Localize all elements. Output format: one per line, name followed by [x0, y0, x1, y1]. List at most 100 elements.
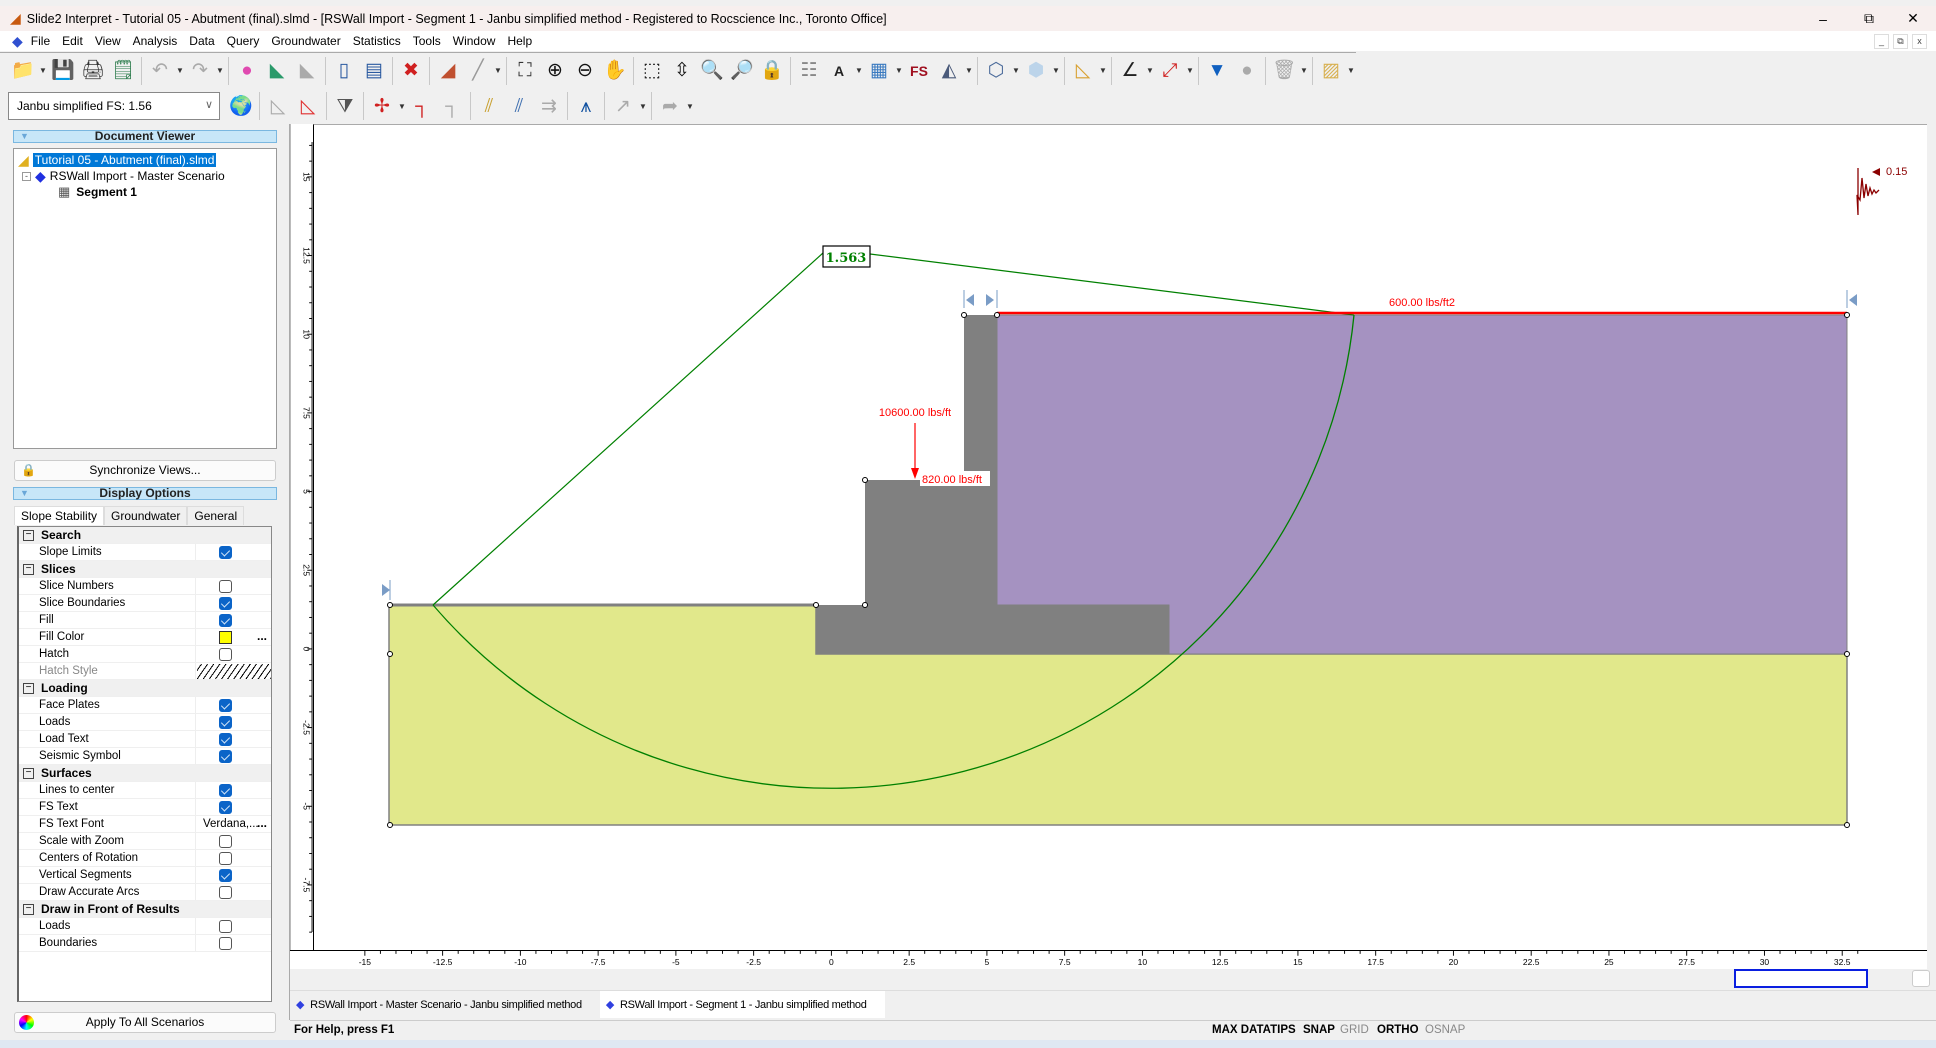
water-table-button[interactable]: ▼: [1202, 57, 1232, 85]
query-line-button[interactable]: ╱: [463, 57, 493, 85]
minimize-button[interactable]: –: [1800, 6, 1846, 31]
angle-button[interactable]: ∠: [1115, 57, 1145, 85]
menu-view[interactable]: View: [95, 34, 121, 48]
group-slices[interactable]: − Slices: [19, 561, 271, 578]
apply-to-all-scenarios-button[interactable]: Apply To All Scenarios: [14, 1012, 276, 1033]
indicator-ortho[interactable]: ORTHO: [1377, 1024, 1419, 1036]
collapse-node-icon[interactable]: -: [22, 171, 31, 181]
more-button[interactable]: ...: [257, 629, 267, 643]
slope-profile-button[interactable]: ◢: [433, 57, 463, 85]
checkbox[interactable]: [219, 920, 232, 933]
indicator-snap[interactable]: SNAP: [1303, 1024, 1335, 1036]
menu-statistics[interactable]: Statistics: [353, 34, 401, 48]
zoom-lock-button[interactable]: 🔒: [757, 57, 787, 85]
query-button[interactable]: ┐: [407, 92, 437, 120]
globe-button[interactable]: 🌍: [226, 92, 256, 120]
backfill-region[interactable]: [996, 314, 1848, 655]
dropdown-arrow-icon[interactable]: ▼: [397, 102, 407, 111]
menu-groundwater[interactable]: Groundwater: [271, 34, 340, 48]
method-select[interactable]: Janbu simplified FS: 1.56 ∨: [8, 92, 220, 120]
split-vertical-button[interactable]: ▯: [329, 57, 359, 85]
menu-tools[interactable]: Tools: [413, 34, 441, 48]
materials-button[interactable]: ▨: [1316, 57, 1346, 85]
image-button[interactable]: ◭: [934, 57, 964, 85]
sphere-button[interactable]: ●: [1232, 57, 1262, 85]
collapse-icon[interactable]: ▼: [20, 488, 29, 499]
graph-button[interactable]: ⩚: [571, 92, 601, 120]
delete-query-button[interactable]: ┐: [437, 92, 467, 120]
color-swatch[interactable]: [219, 631, 232, 644]
more-button[interactable]: ...: [257, 816, 267, 830]
checkbox[interactable]: [219, 852, 232, 865]
zoom-previous-button[interactable]: 🔎: [727, 57, 757, 85]
menu-analysis[interactable]: Analysis: [133, 34, 178, 48]
probe-button[interactable]: ↗: [608, 92, 638, 120]
dropdown-arrow-icon[interactable]: ▼: [1299, 66, 1309, 75]
slice-data-button[interactable]: ⫽: [474, 92, 504, 120]
print-preview-button[interactable]: 🗒: [108, 57, 138, 85]
close-button[interactable]: ✕: [1890, 6, 1936, 31]
save-button[interactable]: 💾: [48, 57, 78, 85]
menu-edit[interactable]: Edit: [62, 34, 83, 48]
dropdown-arrow-icon[interactable]: ▼: [493, 66, 503, 75]
indicator-max-datatips[interactable]: MAX DATATIPS: [1212, 1024, 1296, 1036]
overview-button[interactable]: [1912, 970, 1930, 987]
group-surfaces[interactable]: − Surfaces: [19, 765, 271, 782]
synchronize-views-button[interactable]: 🔒 Synchronize Views...: [14, 460, 276, 481]
slope-limit-right[interactable]: [1846, 290, 1857, 308]
dropdown-arrow-icon[interactable]: ▼: [964, 66, 974, 75]
checkbox[interactable]: [219, 750, 232, 763]
open-folder-button[interactable]: 📁: [8, 57, 38, 85]
indicator-grid[interactable]: GRID: [1340, 1024, 1369, 1036]
hexagon-button[interactable]: ⬢: [1021, 57, 1051, 85]
mdi-restore-button[interactable]: ⧉: [1893, 34, 1908, 49]
model-canvas[interactable]: 1.563 600.00 lbs/ft2 10600.00 lbs/ft 820…: [313, 124, 1927, 950]
checkbox[interactable]: [219, 784, 232, 797]
zoom-magnify-button[interactable]: 🔍: [697, 57, 727, 85]
zoom-in-button[interactable]: ⊕: [540, 57, 570, 85]
filter-button[interactable]: ⧩: [330, 92, 360, 120]
checkbox[interactable]: [219, 716, 232, 729]
collapse-icon[interactable]: ▼: [20, 131, 29, 142]
table-button[interactable]: ▦: [864, 57, 894, 85]
checkbox[interactable]: [219, 869, 232, 882]
undo-button[interactable]: ↶: [145, 57, 175, 85]
slip-surface-button[interactable]: ◺: [263, 92, 293, 120]
dropdown-arrow-icon[interactable]: ▼: [1185, 66, 1195, 75]
checkbox[interactable]: [219, 597, 232, 610]
collapse-icon[interactable]: −: [23, 903, 34, 915]
tab-slope-stability[interactable]: Slope Stability: [14, 506, 105, 525]
menu-help[interactable]: Help: [507, 34, 532, 48]
tree-item-file[interactable]: ◢ Tutorial 05 - Abutment (final).slmd: [18, 152, 217, 168]
split-horizontal-button[interactable]: ▤: [359, 57, 389, 85]
group-loading[interactable]: − Loading: [19, 680, 271, 697]
collapse-icon[interactable]: −: [23, 682, 34, 694]
slices-button[interactable]: ⫽: [504, 92, 534, 120]
print-button[interactable]: 🖨: [78, 57, 108, 85]
triangle-ruler-button[interactable]: ◺: [1068, 57, 1098, 85]
close-view-button[interactable]: ✖: [396, 57, 426, 85]
view-button[interactable]: ➦: [655, 92, 685, 120]
tree-item-scenario[interactable]: - ◆ RSWall Import - Master Scenario: [22, 168, 225, 184]
menu-window[interactable]: Window: [453, 34, 496, 48]
zoom-scroll-button[interactable]: ⇳: [667, 57, 697, 85]
checkbox[interactable]: [219, 648, 232, 661]
checkbox[interactable]: [219, 580, 232, 593]
tab-master-scenario[interactable]: ◆ RSWall Import - Master Scenario - Janbu…: [290, 991, 600, 1018]
tab-general[interactable]: General: [187, 506, 245, 525]
checkbox[interactable]: [219, 614, 232, 627]
mdi-close-button[interactable]: x: [1912, 34, 1927, 49]
checkbox[interactable]: [219, 801, 232, 814]
polygon-button[interactable]: ⬡: [981, 57, 1011, 85]
fs-label-button[interactable]: FS: [904, 57, 934, 85]
slope-limit-mid[interactable]: [963, 290, 998, 308]
tab-groundwater[interactable]: Groundwater: [104, 506, 188, 525]
dropdown-arrow-icon[interactable]: ▼: [854, 66, 864, 75]
dropdown-arrow-icon[interactable]: ▼: [175, 66, 185, 75]
dropdown-arrow-icon[interactable]: ▼: [1051, 66, 1061, 75]
dimension-button[interactable]: ⤢: [1155, 57, 1185, 85]
pan-button[interactable]: ✋: [600, 57, 630, 85]
dropdown-arrow-icon[interactable]: ▼: [38, 66, 48, 75]
collapse-icon[interactable]: −: [23, 563, 34, 575]
all-surfaces-button[interactable]: ◺: [293, 92, 323, 120]
